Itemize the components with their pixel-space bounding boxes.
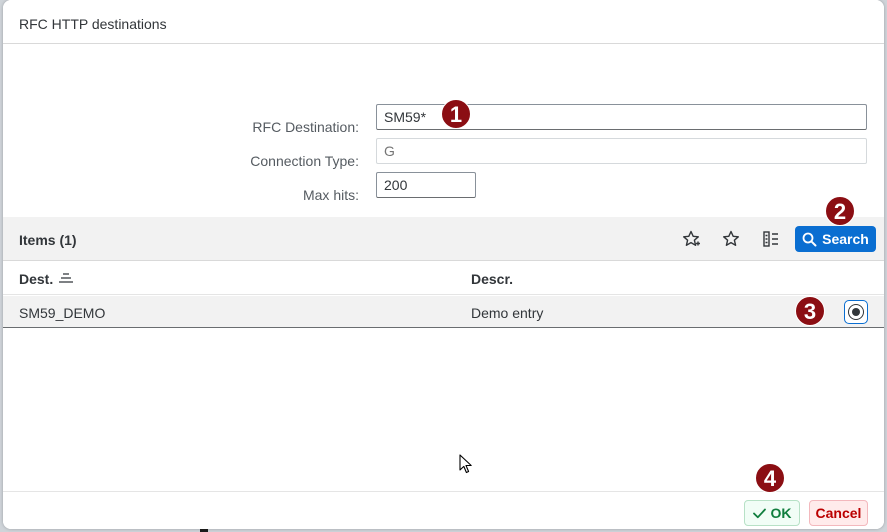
row-dest-cell: SM59_DEMO (19, 305, 106, 321)
table-header: Dest. Descr. (3, 262, 884, 295)
ok-button-label: OK (770, 505, 792, 521)
mouse-pointer-icon (459, 454, 473, 474)
column-header-descr[interactable]: Descr. (471, 271, 513, 287)
sort-ascending-icon (59, 272, 73, 284)
connection-type-input[interactable] (376, 138, 867, 164)
column-header-dest[interactable]: Dest. (19, 271, 53, 287)
value-help-dialog: RFC HTTP destinations RFC Destination: C… (3, 0, 884, 529)
step-badge-4: 4 (755, 463, 785, 493)
row-select-radio[interactable] (844, 300, 868, 324)
cancel-button-label: Cancel (815, 505, 862, 521)
dialog-header: RFC HTTP destinations (3, 0, 884, 44)
rfc-destination-label: RFC Destination: (252, 119, 359, 135)
items-toolbar: Items (1) Search (3, 217, 884, 261)
step-badge-3: 3 (795, 296, 825, 326)
items-count-title: Items (1) (19, 232, 77, 248)
column-settings-icon[interactable] (761, 229, 781, 249)
search-button[interactable]: Search (795, 226, 876, 252)
max-hits-input[interactable] (376, 172, 476, 198)
step-badge-1: 1 (441, 99, 471, 129)
cancel-button[interactable]: Cancel (809, 500, 868, 526)
checkmark-icon (752, 508, 766, 518)
radio-selected-icon (848, 304, 864, 320)
table-empty-area (3, 329, 884, 491)
favorite-icon[interactable] (721, 229, 741, 249)
dialog-footer: OK Cancel (3, 491, 884, 529)
search-button-label: Search (822, 231, 869, 247)
add-favorite-icon[interactable] (681, 229, 701, 249)
max-hits-label: Max hits: (302, 187, 359, 203)
table-row[interactable]: SM59_DEMO Demo entry (3, 296, 884, 328)
search-form: RFC Destination: Connection Type: Max hi… (3, 44, 884, 217)
ok-button[interactable]: OK (744, 500, 800, 526)
row-descr-cell: Demo entry (471, 305, 544, 321)
dialog-title: RFC HTTP destinations (19, 16, 167, 32)
step-badge-2: 2 (825, 196, 855, 226)
search-icon (802, 232, 817, 246)
connection-type-label: Connection Type: (250, 153, 359, 169)
